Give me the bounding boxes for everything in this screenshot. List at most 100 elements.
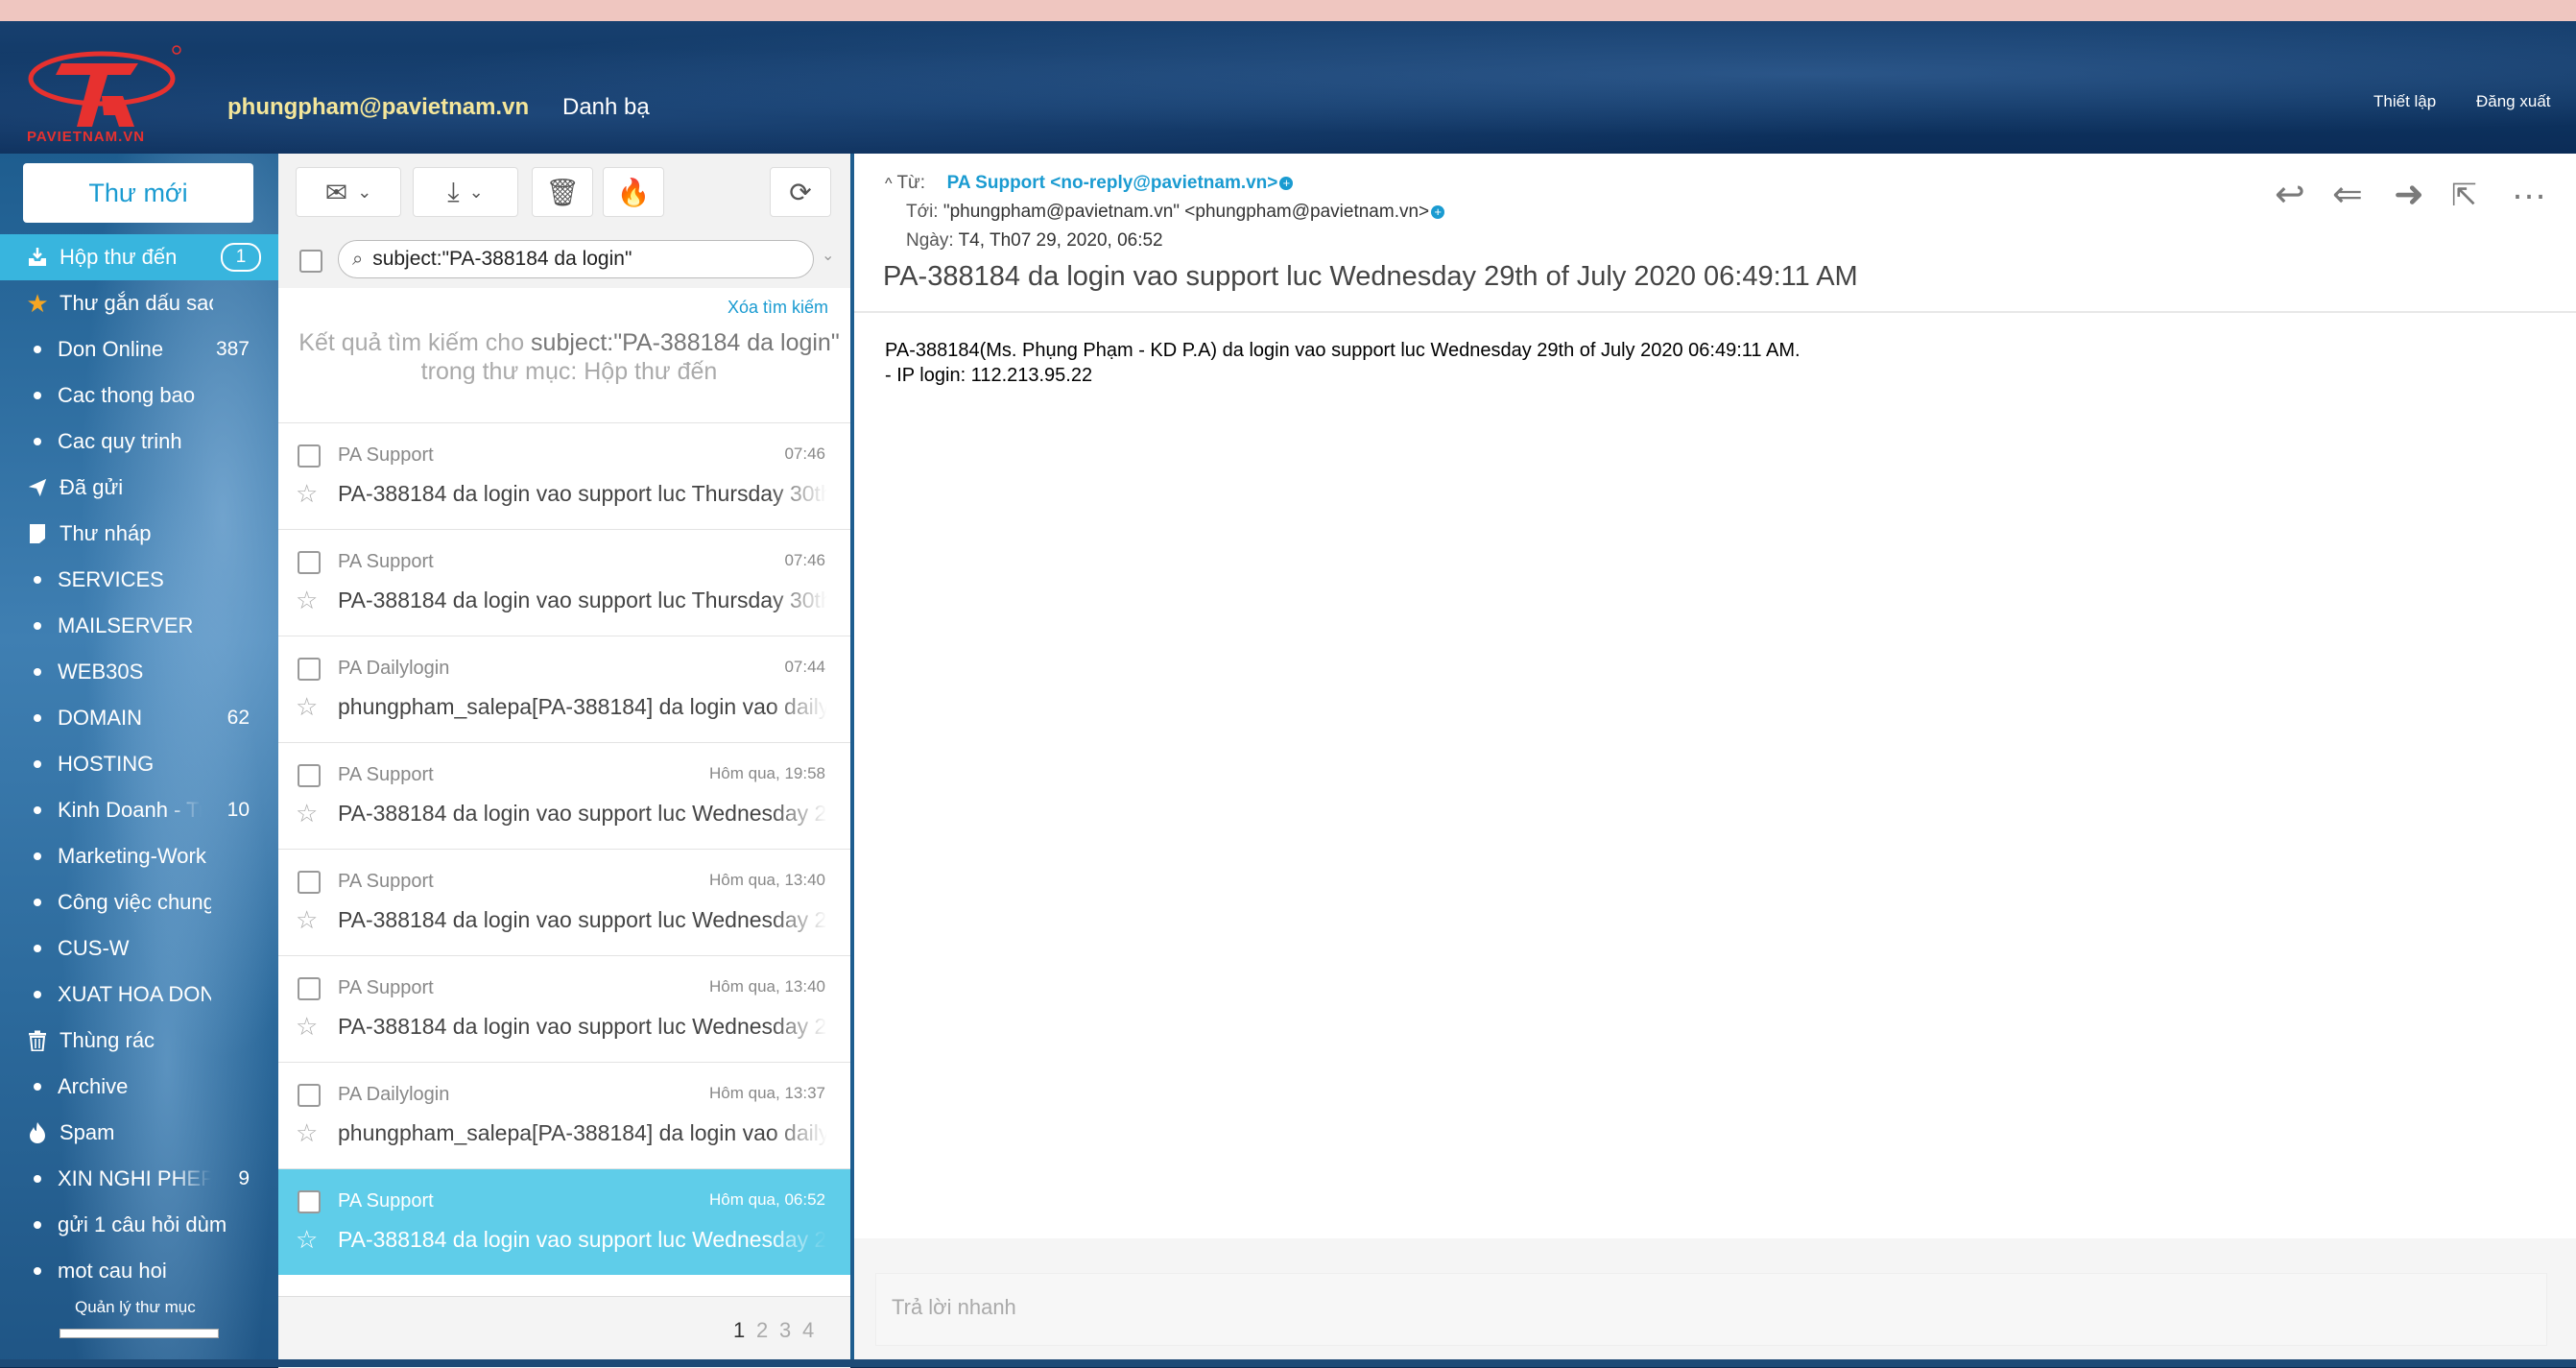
folder-trash[interactable]: Thùng rác xyxy=(0,1018,278,1064)
manage-folders-link[interactable]: Quản lý thư mục xyxy=(75,1298,196,1317)
search-options-chevron-icon[interactable]: ⌄ xyxy=(822,246,834,265)
star-icon[interactable]: ☆ xyxy=(296,1118,318,1148)
star-icon[interactable]: ☆ xyxy=(296,692,318,722)
folder-services[interactable]: SERVICES xyxy=(0,557,278,603)
message-checkbox[interactable] xyxy=(298,764,321,787)
folder-don-online[interactable]: Don Online 387 xyxy=(0,326,278,372)
user-email[interactable]: phungpham@pavietnam.vn xyxy=(227,94,529,121)
bullet-icon xyxy=(34,760,41,768)
folder-marketing-work[interactable]: Marketing-Work xyxy=(0,833,278,879)
folder-label: Spam xyxy=(60,1120,115,1144)
message-time: 07:46 xyxy=(784,551,825,569)
message-row[interactable]: ☆ PA Dailylogin 07:44 phungpham_salepa[P… xyxy=(278,636,850,742)
folder-spam[interactable]: Spam xyxy=(0,1110,278,1156)
folder-label: WEB30S xyxy=(58,660,144,684)
page-3-link[interactable]: 3 xyxy=(779,1318,791,1343)
search-info-query: subject:"PA-388184 da login" xyxy=(531,329,840,356)
folder-starred[interactable]: ★ Thư gắn dấu sao xyxy=(0,280,278,326)
clear-search-link[interactable]: Xóa tìm kiếm xyxy=(727,298,828,318)
add-contact-icon[interactable]: + xyxy=(1279,176,1294,190)
folder-drafts[interactable]: Thư nháp xyxy=(0,511,278,557)
open-new-window-icon[interactable]: ⇱ xyxy=(2451,177,2477,213)
from-header: ^ Từ: PA Support <no-reply@pavietnam.vn>… xyxy=(885,173,1294,194)
star-icon: ★ xyxy=(26,288,49,318)
star-icon[interactable]: ☆ xyxy=(296,799,318,828)
date-value: T4, Th07 29, 2020, 06:52 xyxy=(958,230,1163,251)
folder-kinh-doanh[interactable]: Kinh Doanh - Tr 10 xyxy=(0,787,278,833)
message-row[interactable]: ☆ PA Dailylogin Hôm qua, 13:37 phungpham… xyxy=(278,1062,850,1168)
folder-cac-quy-trinh[interactable]: Cac quy trinh xyxy=(0,419,278,465)
page-4-link[interactable]: 4 xyxy=(802,1318,814,1343)
folder-archive[interactable]: Archive xyxy=(0,1064,278,1110)
message-checkbox[interactable] xyxy=(298,444,321,468)
collapse-chevron-icon[interactable]: ^ xyxy=(885,176,893,192)
message-row[interactable]: ☆ PA Support 07:46 PA-388184 da login va… xyxy=(278,422,850,529)
folder-count: 387 xyxy=(215,338,250,360)
quick-reply-box[interactable]: Trả lời nhanh xyxy=(875,1273,2547,1346)
app-header: PAVIETNAM.VN phungpham@pavietnam.vn Danh… xyxy=(0,21,2576,154)
folder-domain[interactable]: DOMAIN 62 xyxy=(0,695,278,741)
folder-cac-thong-bao[interactable]: Cac thong bao xyxy=(0,372,278,419)
message-body-line: PA-388184(Ms. Phụng Phạm - KD P.A) da lo… xyxy=(885,340,1801,361)
select-all-checkbox[interactable] xyxy=(299,250,322,273)
folder-sent[interactable]: Đã gửi xyxy=(0,465,278,511)
message-row[interactable]: ☆ PA Support Hôm qua, 13:40 PA-388184 da… xyxy=(278,849,850,955)
folder-cus-w[interactable]: CUS-W xyxy=(0,925,278,972)
star-icon[interactable]: ☆ xyxy=(296,905,318,935)
mark-read-button[interactable]: ✉ ⌄ xyxy=(296,167,401,217)
search-icon: ⌕ xyxy=(352,248,364,270)
folder-xin-nghi-phep[interactable]: XIN NGHI PHEP 9 xyxy=(0,1156,278,1202)
forward-icon[interactable]: ➜ xyxy=(2394,173,2424,216)
message-row-selected[interactable]: ☆ PA Support Hôm qua, 06:52 PA-388184 da… xyxy=(278,1168,850,1275)
message-checkbox[interactable] xyxy=(298,658,321,681)
add-contact-icon[interactable]: + xyxy=(1431,204,1445,219)
refresh-button[interactable]: ⟳ xyxy=(770,167,831,217)
message-checkbox[interactable] xyxy=(298,977,321,1000)
folder-cong-viec-chung[interactable]: Công việc chung xyxy=(0,879,278,925)
chevron-down-icon: ⌄ xyxy=(468,181,484,202)
message-checkbox[interactable] xyxy=(298,1190,321,1213)
settings-link[interactable]: Thiết lập xyxy=(2373,92,2436,111)
folder-inbox[interactable]: Hộp thư đến 1 xyxy=(0,234,278,280)
message-checkbox[interactable] xyxy=(298,551,321,574)
star-icon[interactable]: ☆ xyxy=(296,1225,318,1255)
search-input[interactable] xyxy=(370,247,759,272)
folder-hosting[interactable]: HOSTING xyxy=(0,741,278,787)
folder-gui-cau-hoi[interactable]: gửi 1 câu hỏi dùm xyxy=(0,1202,278,1248)
delete-button[interactable]: 🗑 xyxy=(532,167,593,217)
bullet-icon xyxy=(34,576,41,584)
more-options-icon[interactable]: … xyxy=(2511,167,2547,208)
folder-label: SERVICES xyxy=(58,567,164,591)
message-checkbox[interactable] xyxy=(298,871,321,894)
date-label: Ngày: xyxy=(906,230,954,251)
message-row[interactable]: ☆ PA Support Hôm qua, 19:58 PA-388184 da… xyxy=(278,742,850,849)
recipient-value[interactable]: "phungpham@pavietnam.vn" <phungpham@pavi… xyxy=(943,202,1429,222)
star-icon[interactable]: ☆ xyxy=(296,1012,318,1042)
message-time: Hôm qua, 13:37 xyxy=(709,1084,825,1102)
compose-button[interactable]: Thư mới xyxy=(23,163,253,223)
star-icon[interactable]: ☆ xyxy=(296,479,318,509)
reply-icon[interactable]: ↩ xyxy=(2275,173,2305,216)
page-1-link[interactable]: 1 xyxy=(733,1318,745,1343)
to-label: Tới: xyxy=(906,202,939,222)
sender-link[interactable]: PA Support <no-reply@pavietnam.vn> xyxy=(947,173,1278,193)
folder-web30s[interactable]: WEB30S xyxy=(0,649,278,695)
search-info-suffix: trong thư mục: Hộp thư đến xyxy=(420,358,718,385)
message-checkbox[interactable] xyxy=(298,1084,321,1107)
star-icon[interactable]: ☆ xyxy=(296,586,318,615)
folder-mot-cau-hoi[interactable]: mot cau hoi xyxy=(0,1248,278,1294)
folder-xuat-hoa-don[interactable]: XUAT HOA DON xyxy=(0,972,278,1018)
move-button[interactable]: ⤓ ⌄ xyxy=(413,167,518,217)
quick-reply-placeholder: Trả lời nhanh xyxy=(892,1295,1016,1319)
message-row[interactable]: ☆ PA Support 07:46 PA-388184 da login va… xyxy=(278,529,850,636)
quota-bar xyxy=(60,1329,219,1338)
search-box[interactable]: ⌕ xyxy=(338,240,814,278)
page-2-link[interactable]: 2 xyxy=(756,1318,768,1343)
contacts-link[interactable]: Danh bạ xyxy=(562,94,650,121)
message-row[interactable]: ☆ PA Support Hôm qua, 13:40 PA-388184 da… xyxy=(278,955,850,1062)
bullet-icon xyxy=(34,852,41,860)
mark-spam-button[interactable]: 🔥 xyxy=(603,167,664,217)
logout-link[interactable]: Đăng xuất xyxy=(2476,92,2551,111)
folder-mailserver[interactable]: MAILSERVER xyxy=(0,603,278,649)
reply-all-icon[interactable]: ⇐ xyxy=(2332,173,2363,216)
